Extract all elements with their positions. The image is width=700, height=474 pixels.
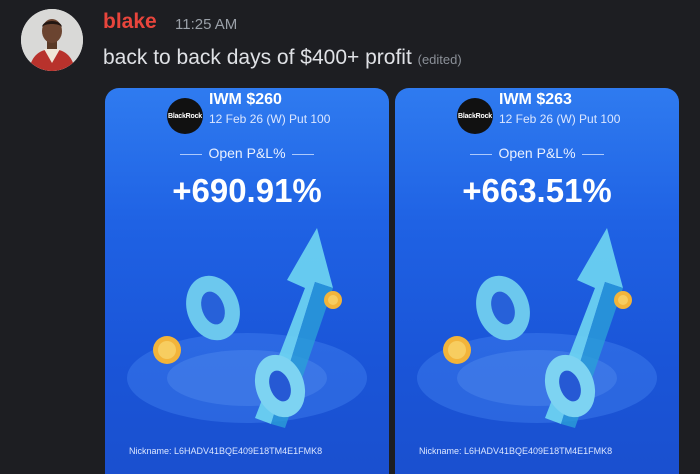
message-author[interactable]: blake (103, 10, 157, 34)
contract-details: 12 Feb 26 (W) Put 100 (499, 112, 621, 126)
open-pnl-label: Open P&L% (395, 145, 679, 161)
open-pnl-value: +690.91% (172, 172, 322, 209)
open-pnl-label: Open P&L% (105, 145, 389, 161)
message-text: back to back days of $400+ profit (103, 46, 412, 69)
message-timestamp: 11:25 AM (175, 16, 238, 33)
blackrock-logo: BlackRock (457, 98, 493, 134)
open-pnl-value: +663.51% (462, 172, 612, 209)
nickname-text: Nickname: L6HADV41BQE409E18TM4E1FMK8 (419, 446, 613, 456)
ticker-label: IWM $260 (209, 91, 282, 108)
ticker-label: IWM $263 (499, 91, 572, 108)
nickname-text: Nickname: L6HADV41BQE409E18TM4E1FMK8 (129, 446, 323, 456)
percent-arrow-illustration (127, 228, 367, 428)
edited-label: (edited) (417, 52, 462, 67)
contract-details: 12 Feb 26 (W) Put 100 (209, 112, 331, 126)
message-body: back to back days of $400+ profit (edite… (103, 46, 462, 70)
blackrock-logo: BlackRock (167, 98, 203, 134)
percent-arrow-illustration (417, 228, 657, 428)
user-avatar[interactable] (21, 9, 83, 71)
trade-card-image[interactable]: BlackRock IWM $260 12 Feb 26 (W) Put 100… (105, 88, 389, 474)
trade-card-image[interactable]: BlackRock IWM $263 12 Feb 26 (W) Put 100… (395, 88, 679, 474)
